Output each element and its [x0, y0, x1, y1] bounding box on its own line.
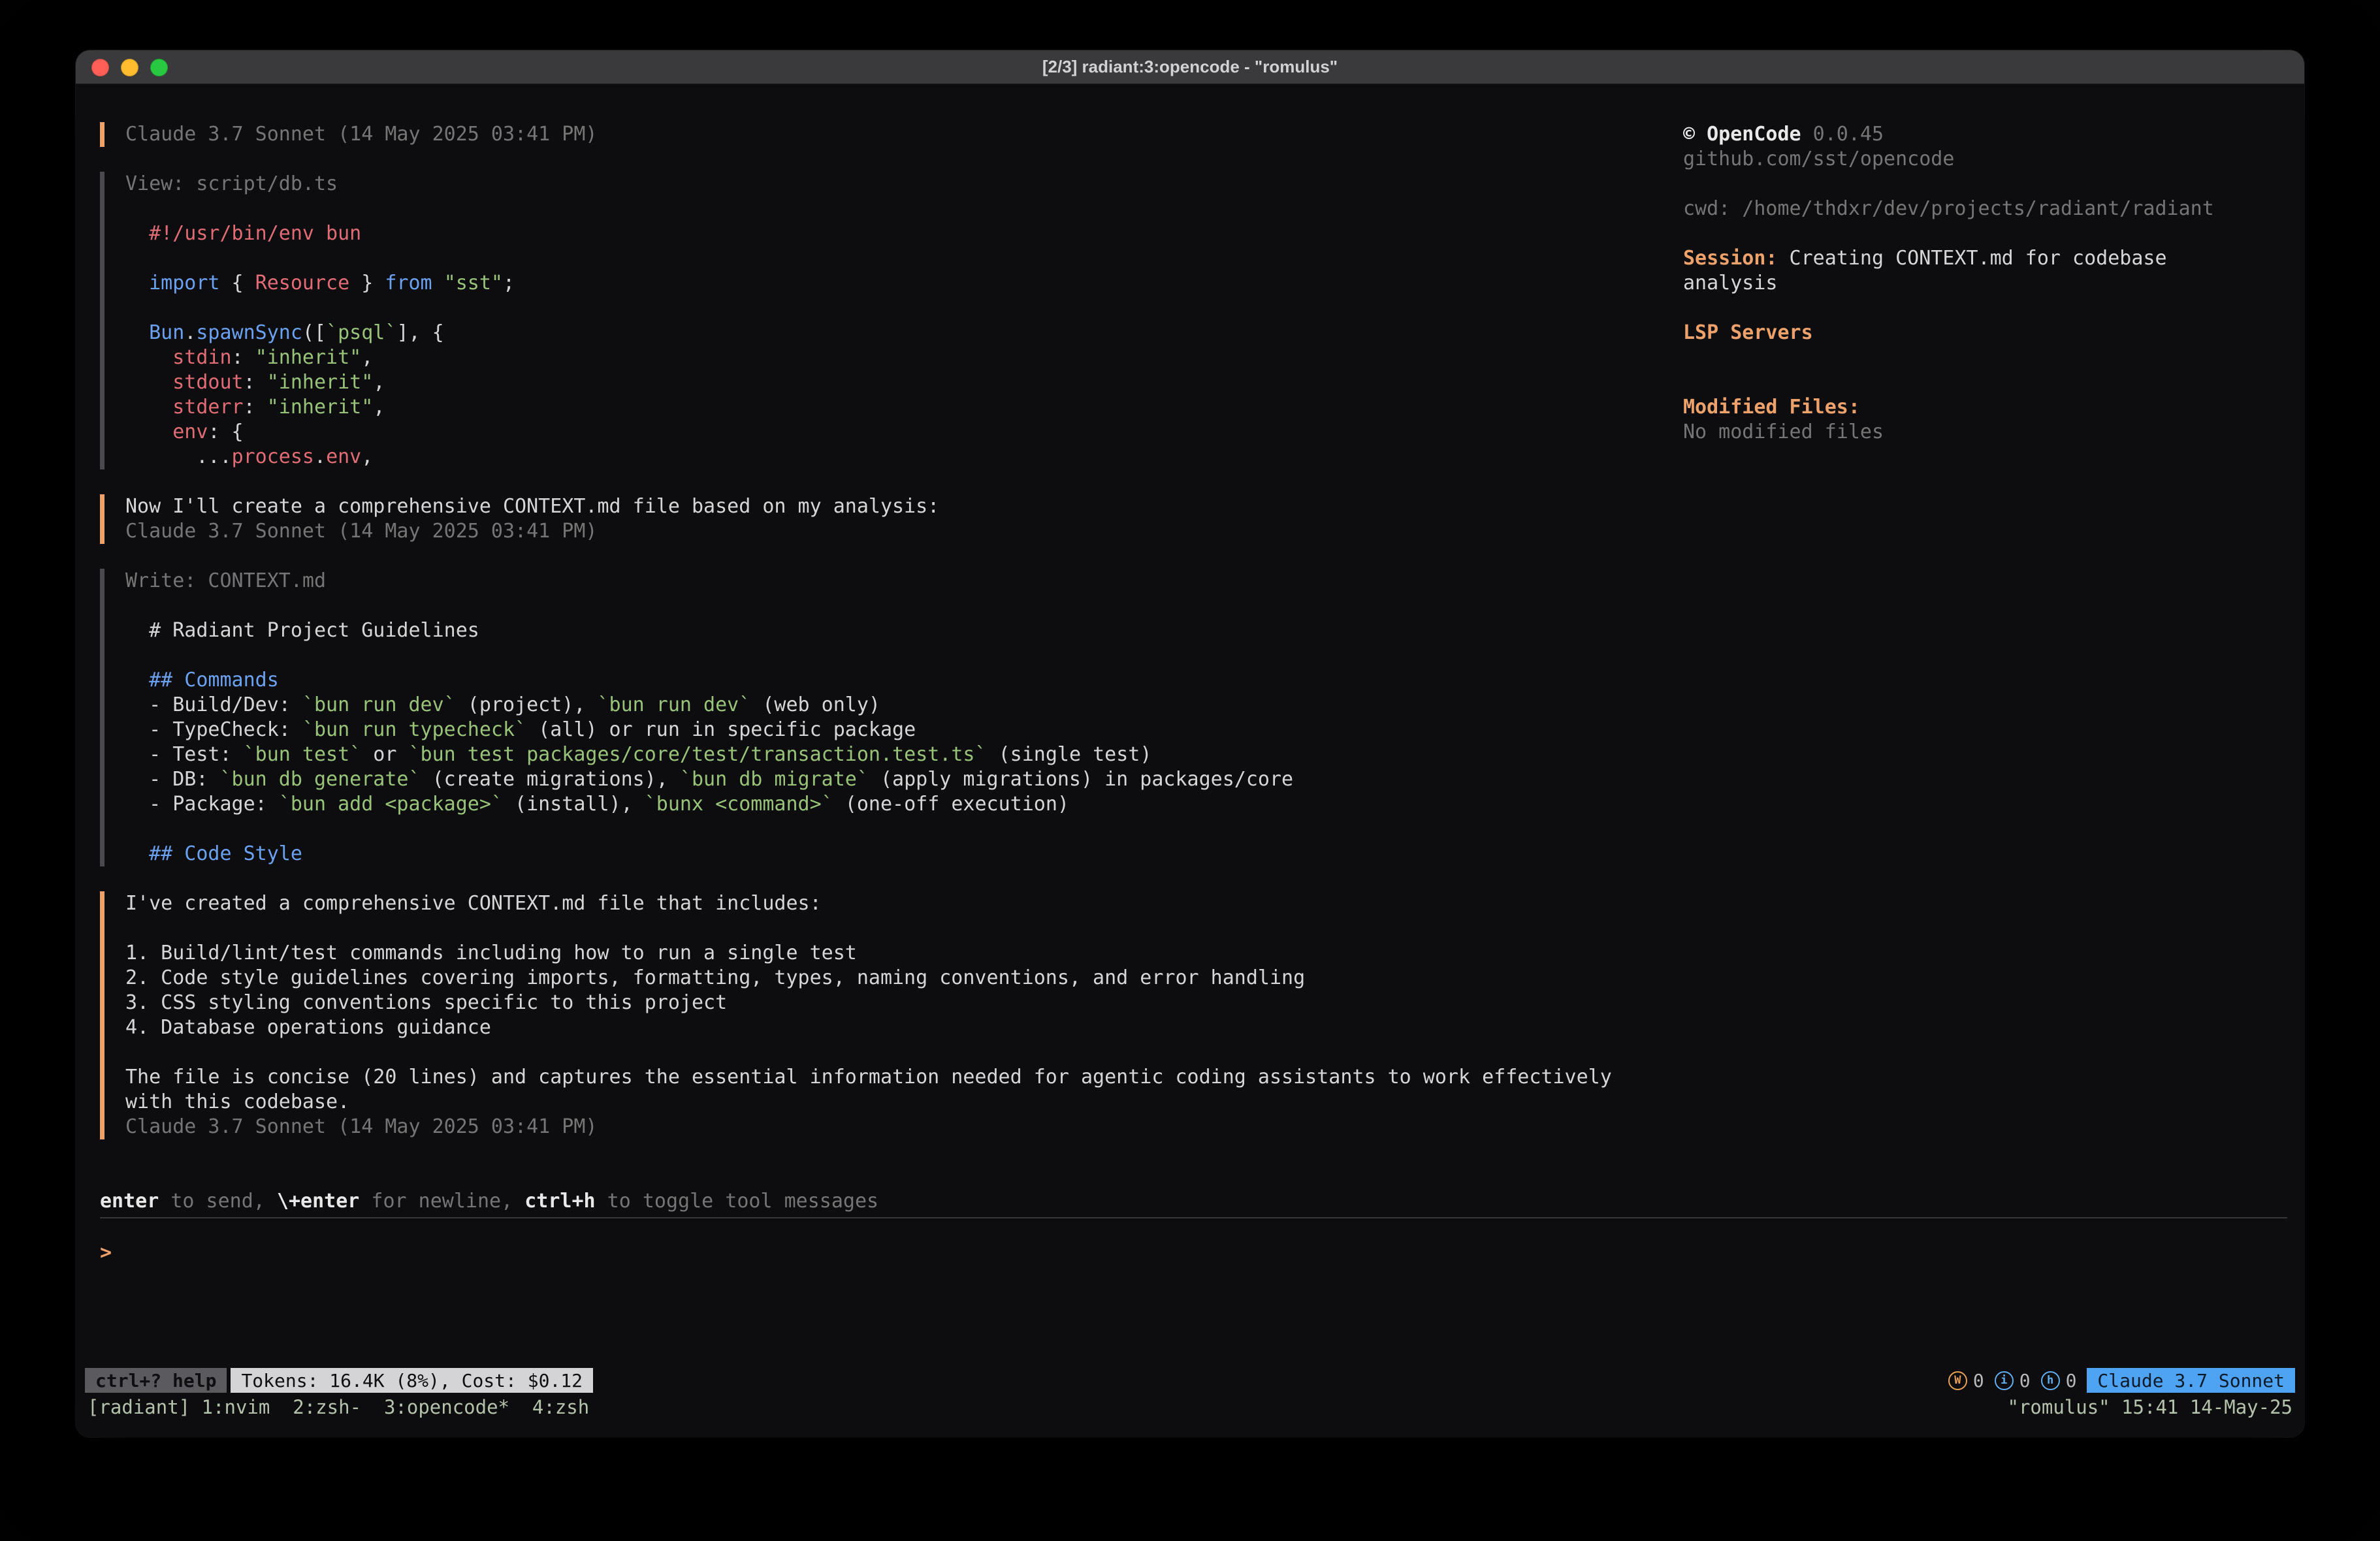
line: ...process.env, [125, 445, 1683, 469]
line [125, 296, 1683, 321]
line: Claude 3.7 Sonnet (14 May 2025 03:41 PM) [125, 1115, 1683, 1139]
line [1683, 221, 2304, 246]
terminal-window: [2/3] radiant:3:opencode - "romulus" Cla… [76, 50, 2304, 1437]
session-sidebar: © OpenCode 0.0.45github.com/sst/opencode… [1683, 84, 2304, 1139]
line: Modified Files: [1683, 395, 2304, 420]
hint-icon: h [2041, 1371, 2060, 1390]
line: LSP Servers [1683, 321, 2304, 345]
line: stdin: "inherit", [125, 345, 1683, 370]
line: © OpenCode 0.0.45 [1683, 122, 2304, 147]
window-title: [2/3] radiant:3:opencode - "romulus" [1042, 57, 1338, 77]
line: Session: Creating CONTEXT.md for codebas… [1683, 246, 2304, 271]
status-right-group: W 0 i 0 h 0 Claude 3.7 Sonnet [1948, 1368, 2295, 1393]
line [125, 246, 1683, 271]
chat-and-sidebar: Claude 3.7 Sonnet (14 May 2025 03:41 PM)… [76, 84, 2304, 1139]
line [1683, 345, 2304, 370]
opencode-tui: Claude 3.7 Sonnet (14 May 2025 03:41 PM)… [76, 84, 2304, 1437]
tool-call-write-context-md: Write: CONTEXT.md # Radiant Project Guid… [100, 569, 1683, 866]
input-area: enter to send, \+enter for newline, ctrl… [76, 1139, 2304, 1367]
tokens-cost-chip: Tokens: 16.4K (8%), Cost: $0.12 [231, 1368, 593, 1393]
line: enter to send, \+enter for newline, ctrl… [100, 1189, 2287, 1214]
warning-icon: W [1948, 1371, 1967, 1390]
info-count: 0 [2019, 1370, 2031, 1391]
tool-call-view-db-ts: View: script/db.ts #!/usr/bin/env bun im… [100, 172, 1683, 469]
line: - Build/Dev: `bun run dev` (project), `b… [125, 693, 1683, 718]
line: - Test: `bun test` or `bun test packages… [125, 742, 1683, 767]
info-diagnostics: i 0 [1995, 1370, 2031, 1391]
line: analysis [1683, 271, 2304, 296]
warning-count: 0 [1973, 1370, 1984, 1391]
assistant-message-plan: Now I'll create a comprehensive CONTEXT.… [100, 494, 1683, 544]
line [125, 817, 1683, 842]
line: ## Code Style [125, 842, 1683, 866]
hint-count: 0 [2066, 1370, 2077, 1391]
line: - TypeCheck: `bun run typecheck` (all) o… [125, 718, 1683, 742]
close-button[interactable] [91, 59, 109, 76]
hint-diagnostics: h 0 [2041, 1370, 2077, 1391]
line [125, 916, 1683, 941]
window-titlebar: [2/3] radiant:3:opencode - "romulus" [76, 50, 2304, 84]
line: - Package: `bun add <package>` (install)… [125, 792, 1683, 817]
line: Claude 3.7 Sonnet (14 May 2025 03:41 PM) [125, 122, 1683, 147]
warning-diagnostics: W 0 [1948, 1370, 1984, 1391]
line [125, 594, 1683, 618]
line: Bun.spawnSync([`psql`], { [125, 321, 1683, 345]
line: stderr: "inherit", [125, 395, 1683, 420]
status-bar: ctrl+? help Tokens: 16.4K (8%), Cost: $0… [76, 1367, 2304, 1394]
line: Claude 3.7 Sonnet (14 May 2025 03:41 PM) [125, 519, 1683, 544]
tmux-status-bar: [radiant] 1:nvim 2:zsh- 3:opencode* 4:zs… [76, 1394, 2304, 1420]
line [125, 643, 1683, 668]
model-chip[interactable]: Claude 3.7 Sonnet [2087, 1368, 2295, 1393]
line: # Radiant Project Guidelines [125, 618, 1683, 643]
line: 2. Code style guidelines covering import… [125, 966, 1683, 991]
traffic-lights [91, 50, 168, 84]
line: - DB: `bun db generate` (create migratio… [125, 767, 1683, 792]
line: 4. Database operations guidance [125, 1015, 1683, 1040]
help-shortcut-chip[interactable]: ctrl+? help [85, 1368, 227, 1393]
line: ## Commands [125, 668, 1683, 693]
line: View: script/db.ts [125, 172, 1683, 197]
line [1683, 172, 2304, 197]
line [125, 1040, 1683, 1065]
zoom-button[interactable] [150, 59, 168, 76]
line [1683, 370, 2304, 395]
line: Now I'll create a comprehensive CONTEXT.… [125, 494, 1683, 519]
line: The file is concise (20 lines) and captu… [125, 1065, 1683, 1090]
line: cwd: /home/thdxr/dev/projects/radiant/ra… [1683, 197, 2304, 221]
tmux-host-clock: "romulus" 15:41 14-May-25 [2008, 1396, 2293, 1418]
line: env: { [125, 420, 1683, 445]
assistant-message-summary: I've created a comprehensive CONTEXT.md … [100, 891, 1683, 1139]
line: 3. CSS styling conventions specific to t… [125, 991, 1683, 1015]
line [125, 197, 1683, 221]
line: I've created a comprehensive CONTEXT.md … [125, 891, 1683, 916]
line: Write: CONTEXT.md [125, 569, 1683, 594]
line: with this codebase. [125, 1090, 1683, 1115]
line: import { Resource } from "sst"; [125, 271, 1683, 296]
prompt-caret: > [100, 1241, 112, 1264]
info-icon: i [1995, 1371, 2014, 1390]
line: github.com/sst/opencode [1683, 147, 2304, 172]
prompt-input[interactable]: > [100, 1241, 2287, 1265]
line [1683, 296, 2304, 321]
chat-log: Claude 3.7 Sonnet (14 May 2025 03:41 PM)… [76, 84, 1683, 1139]
input-separator [100, 1217, 2287, 1218]
assistant-message-header: Claude 3.7 Sonnet (14 May 2025 03:41 PM) [100, 122, 1683, 147]
keybinding-hints: enter to send, \+enter for newline, ctrl… [100, 1189, 2287, 1214]
line: No modified files [1683, 420, 2304, 445]
minimize-button[interactable] [121, 59, 138, 76]
line: #!/usr/bin/env bun [125, 221, 1683, 246]
line: stdout: "inherit", [125, 370, 1683, 395]
tmux-session-windows[interactable]: [radiant] 1:nvim 2:zsh- 3:opencode* 4:zs… [88, 1396, 589, 1418]
line: 1. Build/lint/test commands including ho… [125, 941, 1683, 966]
